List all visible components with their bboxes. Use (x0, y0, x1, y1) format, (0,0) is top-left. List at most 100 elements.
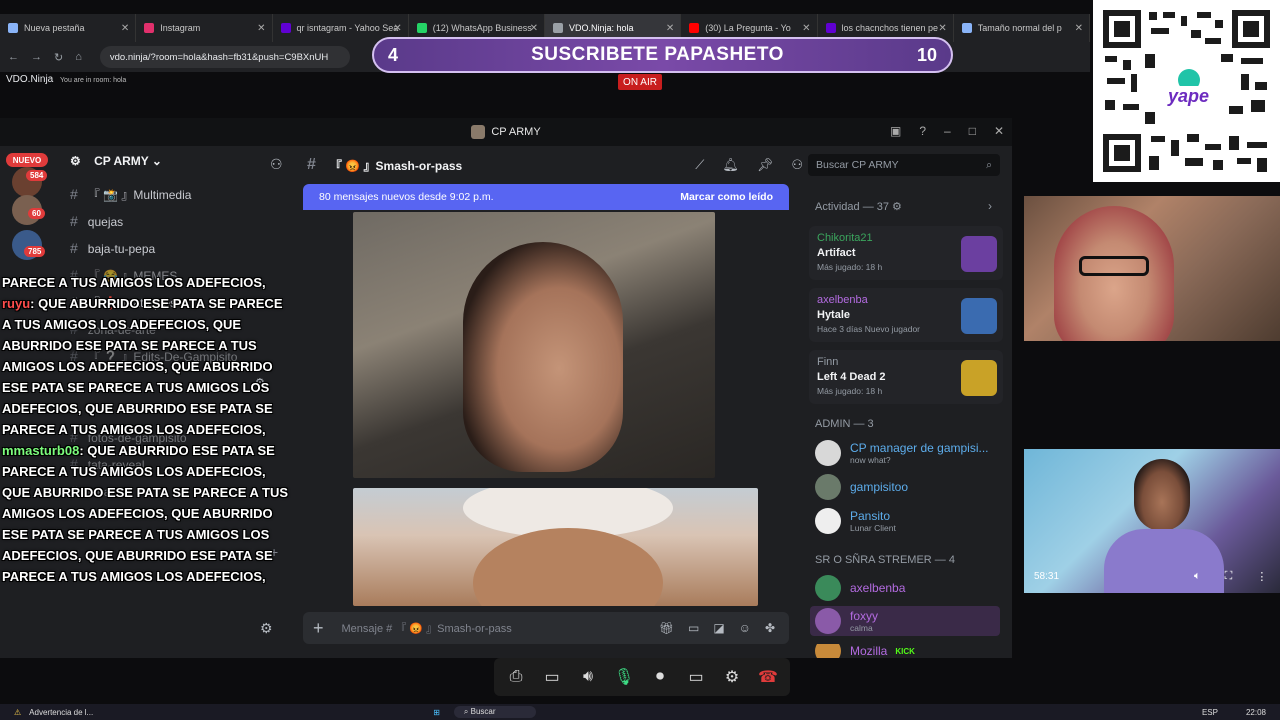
browser-tab[interactable]: Tamaño normal del p ✕ (954, 14, 1090, 42)
activity-card[interactable]: Chikorita21 Artifact Más jugado: 18 h (809, 226, 1003, 280)
member-item[interactable]: axelbenba (815, 575, 905, 601)
tab-label: Tamaño normal del p (977, 23, 1062, 33)
overlay-text: : QUE ABURRIDO ESE PATA SE PARECE A TUS … (2, 296, 283, 437)
chat-button[interactable]: ▭ (538, 663, 566, 691)
sticker-icon[interactable]: ◪ (713, 621, 724, 635)
member-name: Mozilla (850, 644, 888, 658)
chat-header: # 『 😡 』Smash-or-pass ⟋ 🔔︎ 📌︎ ⚇ (303, 150, 803, 180)
subscribe-banner: 4 SUSCRIBETE PAPASHETO 10 (372, 37, 953, 73)
overlay-message: mmasturb08: QUE ABURRIDO ESE PATA SE PAR… (2, 440, 292, 587)
member-item[interactable]: Pansito Lunar Client (815, 508, 896, 534)
add-member-icon[interactable]: ⚇ (270, 156, 283, 173)
members-icon[interactable]: ⚇ (791, 157, 803, 173)
mic-button[interactable]: 🎙︎ (610, 663, 638, 691)
rail-badge: 60 (28, 208, 45, 219)
window-controls: ▣ ? – □ ✕ (890, 124, 1004, 138)
search-input[interactable]: Buscar CP ARMY ⌕ (808, 154, 1000, 176)
file-share-button[interactable]: ⎙ (502, 663, 530, 691)
browser-tab[interactable]: Instagram ✕ (136, 14, 273, 42)
bell-icon[interactable]: 🔔︎ (722, 157, 739, 173)
activity-card[interactable]: Finn Left 4 Dead 2 Más jugado: 18 h (809, 350, 1003, 404)
composer-placeholder: Mensaje # 『 😡 』Smash-or-pass (341, 623, 512, 635)
maximize-icon[interactable]: □ (969, 124, 976, 138)
gift-icon[interactable]: 🎁︎ (659, 621, 674, 635)
fullscreen-icon[interactable]: ⛶ (1225, 570, 1233, 583)
chevron-down-icon: ⌄ (151, 154, 162, 168)
window-title: CP ARMY (491, 126, 541, 138)
tab-close-icon[interactable]: ✕ (257, 23, 265, 34)
reload-icon[interactable]: ↻ (54, 51, 63, 64)
member-item[interactable]: gampisitoo (815, 474, 908, 500)
chevron-right-icon[interactable]: › (988, 199, 992, 213)
stream-chat-overlay: PARECE A TUS AMIGOS LOS ADEFECIOS, ruyu:… (2, 272, 292, 587)
tab-close-icon[interactable]: ✕ (666, 23, 674, 34)
gear-icon[interactable]: ⚙ (892, 201, 902, 213)
server-header[interactable]: ⚙ CP ARMY ⌄ (70, 154, 162, 168)
vdo-title: VDO.Ninja You are in room: hola (6, 74, 126, 85)
home-icon[interactable]: ⌂ (75, 51, 82, 63)
on-air-badge: ON AIR (618, 74, 662, 90)
user-settings-icon[interactable]: ⚙ (260, 620, 273, 637)
mark-read-button[interactable]: Marcar como leído (680, 191, 773, 203)
webcam-feed (1024, 196, 1280, 341)
member-status: calma (850, 623, 873, 633)
glasses-shape (1079, 256, 1149, 276)
close-icon[interactable]: ✕ (994, 124, 1004, 138)
member-item[interactable]: Mozilla KICK (815, 644, 915, 658)
help-icon[interactable]: ? (919, 124, 926, 138)
channel-item[interactable]: # baja-tu-pepa (70, 240, 155, 256)
tab-close-icon[interactable]: ✕ (393, 23, 401, 34)
inbox-icon[interactable]: ▣ (890, 124, 901, 138)
avatar (815, 644, 841, 658)
message-composer[interactable]: + Mensaje # 『 😡 』Smash-or-pass 🎁︎ ▭ ◪ ☺ … (303, 612, 789, 644)
new-messages-bar[interactable]: 80 mensajes nuevos desde 9:02 p.m. Marca… (303, 184, 789, 210)
tab-close-icon[interactable]: ✕ (938, 23, 946, 34)
tab-label: VDO.Ninja: hola (569, 23, 634, 33)
settings-button[interactable]: ⚙ (718, 663, 746, 691)
clock[interactable]: 22:08 (1246, 708, 1266, 717)
mic-icon: 🎙︎ (613, 669, 635, 686)
activity-header-label: Actividad — 37 (815, 201, 889, 213)
activity-card[interactable]: axelbenba Hytale Hace 3 días Nuevo jugad… (809, 288, 1003, 342)
gif-icon[interactable]: ▭ (688, 621, 699, 635)
screen-share-button[interactable]: ▭ (682, 663, 710, 691)
forward-icon[interactable]: → (31, 51, 42, 63)
tab-label: (12) WhatsApp Business (432, 23, 532, 33)
chat-image[interactable] (353, 212, 715, 478)
volume-icon[interactable]: 🔈︎ (1194, 570, 1201, 583)
more-icon[interactable]: ⋮ (1256, 570, 1267, 583)
tab-close-icon[interactable]: ✕ (802, 23, 810, 34)
taskbar-warning[interactable]: Advertencia de l... (29, 708, 93, 717)
channel-item[interactable]: # 『 📸 』Multimedia (70, 186, 191, 203)
speaker-button[interactable]: 🔊︎ (574, 663, 602, 691)
threads-icon[interactable]: ⟋ (695, 157, 704, 173)
tab-close-icon[interactable]: ✕ (530, 23, 538, 34)
back-icon[interactable]: ← (8, 51, 19, 63)
minimize-icon[interactable]: – (944, 124, 951, 138)
member-item[interactable]: CP manager de gampisi... now what? (815, 440, 989, 466)
apps-icon[interactable]: ✤ (765, 621, 775, 635)
add-attachment-icon[interactable]: + (313, 618, 324, 639)
url-input[interactable]: vdo.ninja/?room=hola&hash=fb31&push=C9BX… (99, 46, 350, 68)
avatar (815, 608, 841, 634)
tab-close-icon[interactable]: ✕ (121, 23, 129, 34)
chat-image[interactable] (353, 488, 758, 606)
avatar (815, 474, 841, 500)
member-item[interactable]: foxyy calma (810, 606, 1000, 636)
activity-header: Actividad — 37 ⚙ (815, 200, 902, 213)
hangup-icon: ☎︎ (758, 669, 778, 686)
language-indicator[interactable]: ESP (1202, 708, 1218, 717)
channel-item[interactable]: # quejas (70, 213, 123, 229)
camera-button[interactable]: ⏺ (646, 663, 674, 691)
browser-tab[interactable]: Nueva pestaña ✕ (0, 14, 137, 42)
admin-section-header: ADMIN — 3 (815, 418, 874, 430)
nuevo-badge: NUEVO (6, 153, 48, 167)
gear-icon[interactable]: ⚙ (70, 154, 81, 168)
emoji-icon[interactable]: ☺ (739, 621, 751, 635)
windows-start-icon[interactable]: ⊞ (433, 708, 440, 717)
hangup-button[interactable]: ☎︎ (754, 663, 782, 691)
taskbar-search[interactable]: ⌕ Buscar (453, 706, 536, 718)
tab-close-icon[interactable]: ✕ (1075, 23, 1083, 34)
banner-left-count: 4 (388, 44, 399, 65)
pin-icon[interactable]: 📌︎ (757, 157, 774, 173)
